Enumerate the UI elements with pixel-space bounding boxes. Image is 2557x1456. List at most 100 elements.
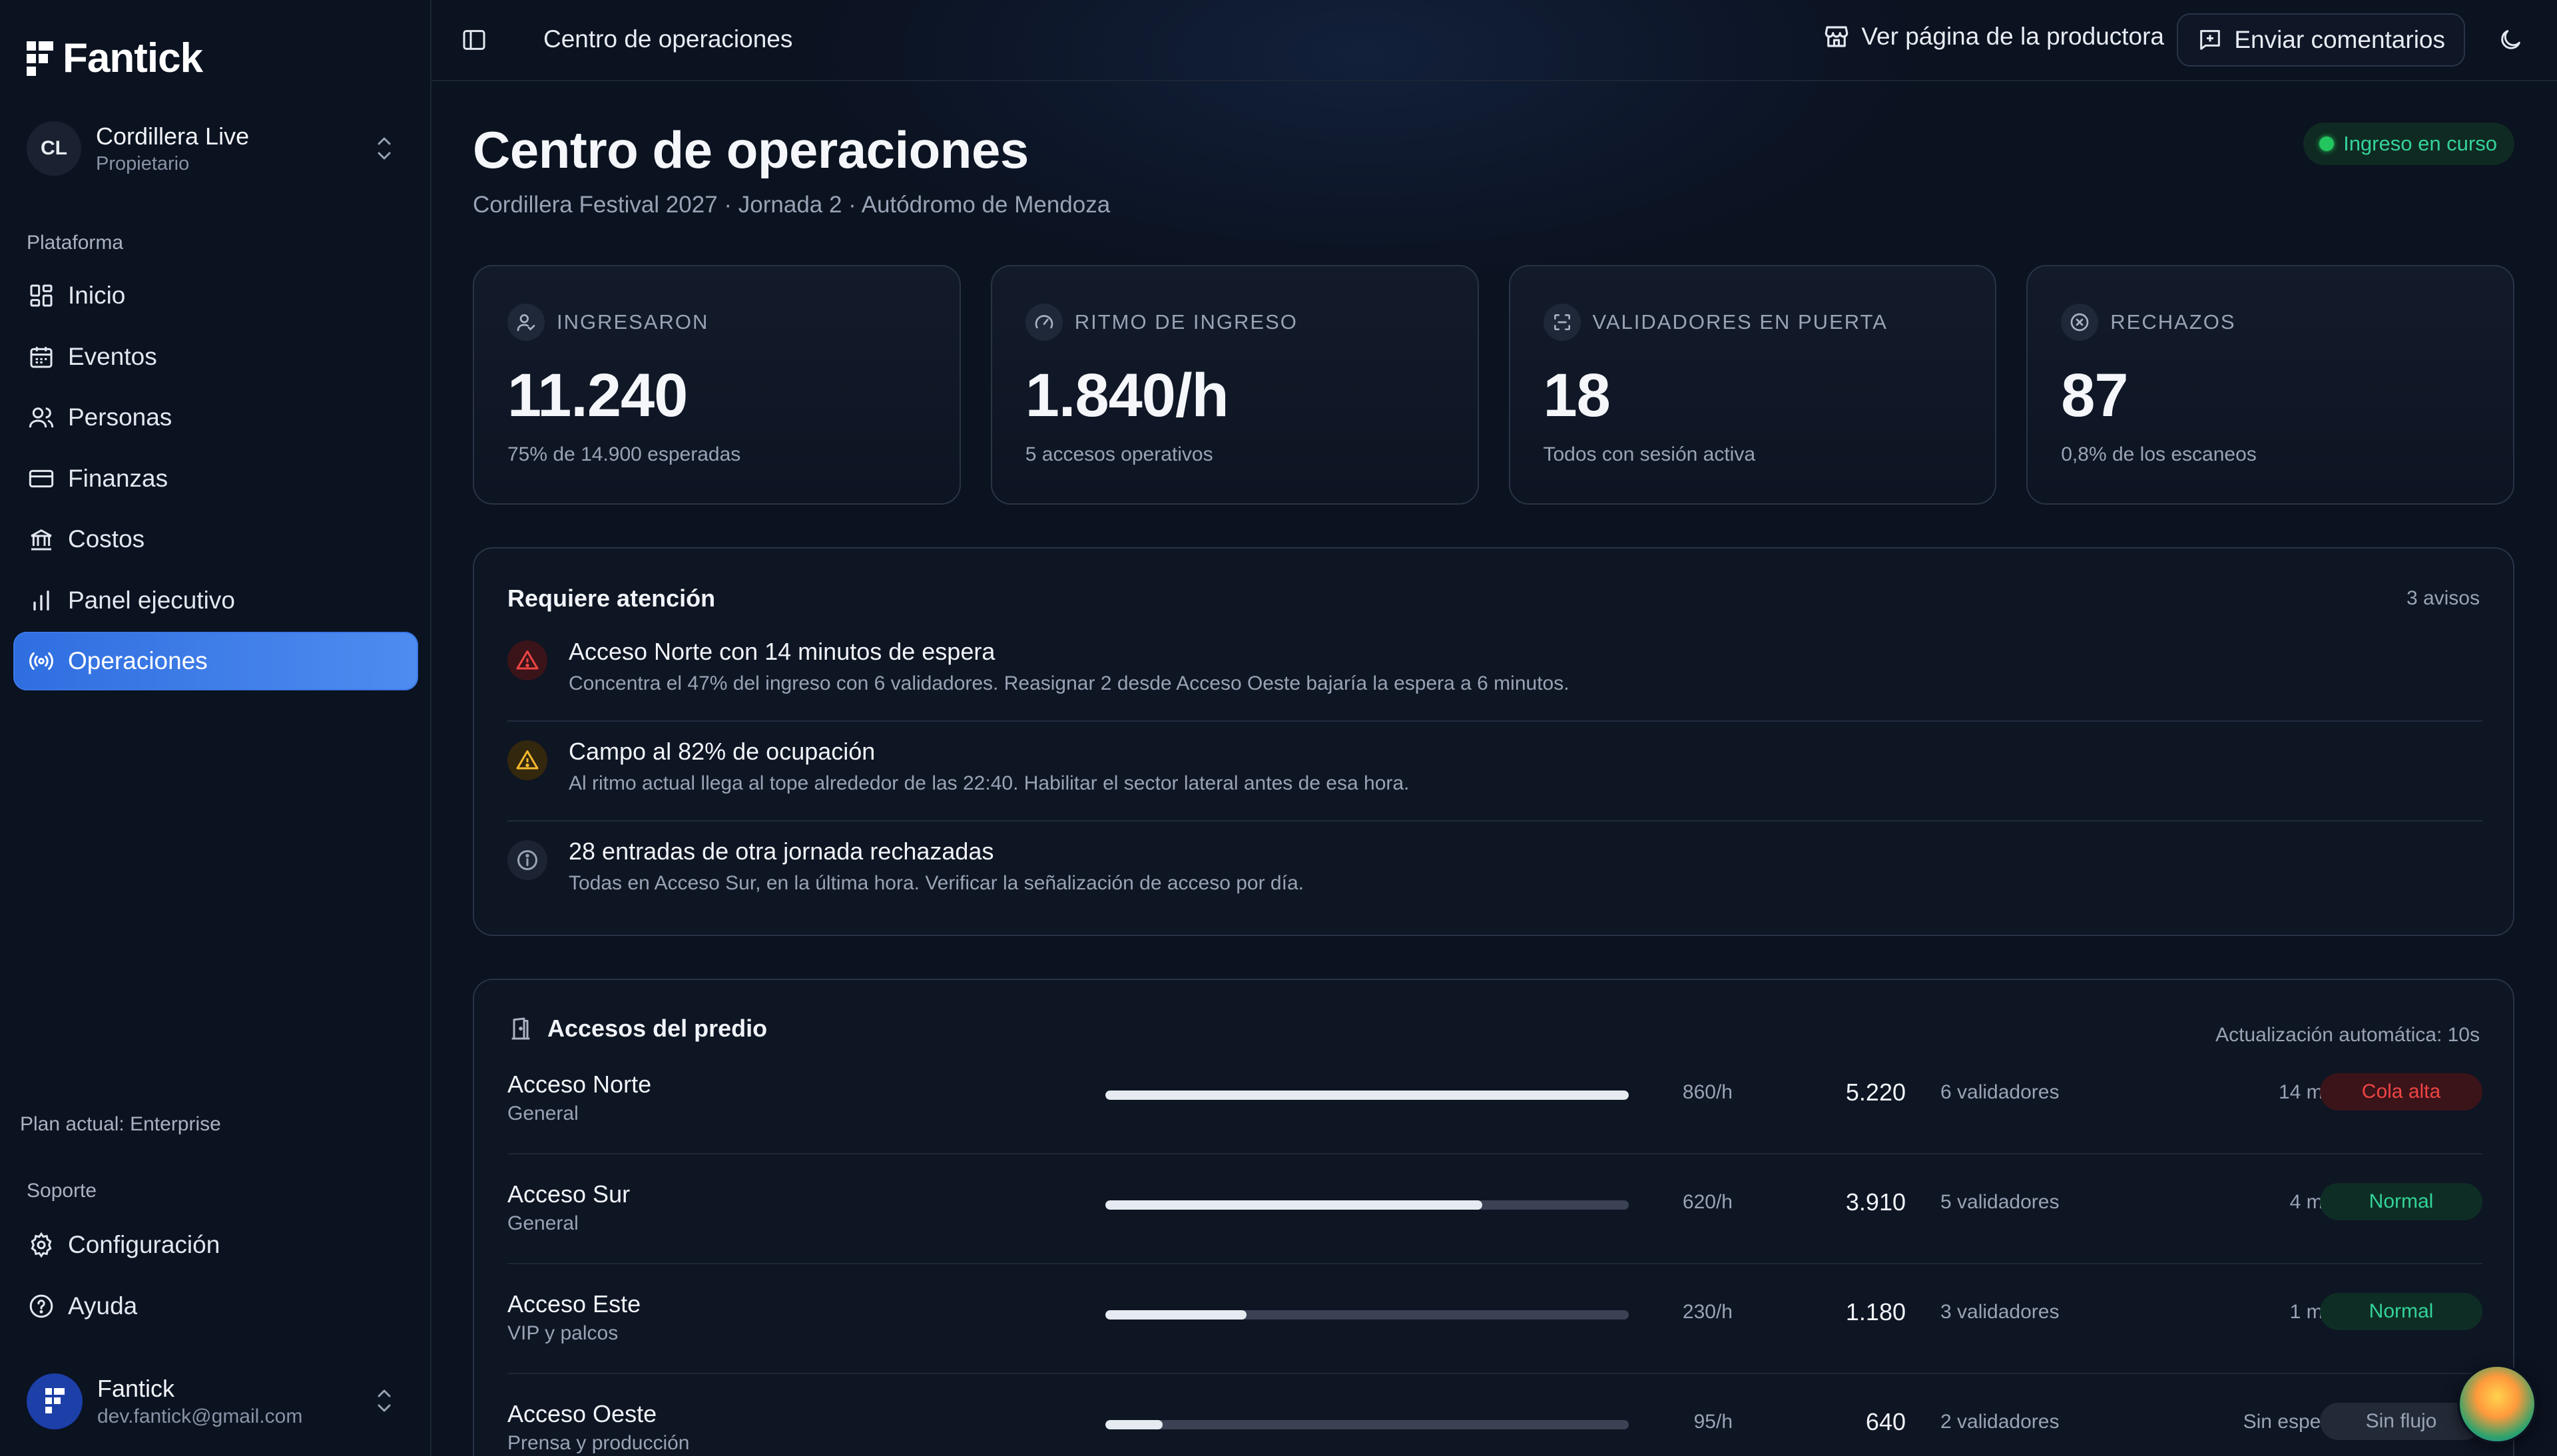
alert-title: Campo al 82% de ocupación bbox=[569, 738, 876, 765]
sidebar-item-label: Costos bbox=[68, 525, 145, 553]
radio-icon bbox=[29, 652, 53, 670]
status-badge: Normal bbox=[2320, 1293, 2482, 1330]
brand-logo[interactable]: Fantick bbox=[27, 35, 203, 82]
current-plan: Plan actual: Enterprise bbox=[20, 1113, 221, 1135]
sidebar-item-panel-ejecutivo[interactable]: Panel ejecutivo bbox=[13, 571, 418, 630]
door-icon bbox=[511, 1017, 530, 1040]
sidebar-item-configuracion[interactable]: Configuración bbox=[13, 1216, 418, 1274]
topbar-title: Centro de operaciones bbox=[543, 25, 793, 53]
scan-icon bbox=[1554, 314, 1570, 330]
access-zone: VIP y palcos bbox=[507, 1322, 619, 1344]
stat-label: INGRESARON bbox=[557, 310, 709, 334]
access-name: Acceso Sur bbox=[507, 1180, 631, 1208]
access-total: 3.910 bbox=[1845, 1188, 1906, 1216]
moon-icon[interactable] bbox=[2497, 27, 2524, 53]
divider bbox=[507, 1263, 2482, 1264]
table-row[interactable]: Acceso Oeste Prensa y producción 95/h 640 2 … bbox=[507, 1389, 2482, 1456]
sidebar-nav: Inicio Eventos Personas Finanzas Costos … bbox=[13, 266, 418, 693]
stat-note: Todos con sesión activa bbox=[1543, 443, 1756, 465]
org-avatar: CL bbox=[27, 121, 81, 176]
sidebar-item-personas[interactable]: Personas bbox=[13, 388, 418, 447]
credit-card-icon bbox=[29, 469, 54, 487]
view-producer-page-label: Ver página de la productora bbox=[1861, 23, 2164, 50]
access-zone: General bbox=[507, 1212, 579, 1234]
org-switcher[interactable]: CL Cordillera Live Propietario bbox=[27, 119, 406, 178]
assistant-avatar[interactable] bbox=[2457, 1364, 2537, 1444]
load-progress-fill bbox=[1105, 1200, 1482, 1210]
status-badge: Normal bbox=[2320, 1183, 2482, 1220]
stats-row: INGRESARON 11.240 75% de 14.900 esperada… bbox=[473, 265, 2514, 505]
user-menu[interactable]: Fantick dev.fantick@gmail.com bbox=[27, 1368, 406, 1435]
dashboard-icon bbox=[30, 284, 53, 307]
bar-chart-icon bbox=[33, 590, 49, 610]
load-progress-bar bbox=[1105, 1420, 1629, 1429]
access-zone: General bbox=[507, 1102, 579, 1124]
sidebar-item-label: Configuración bbox=[68, 1231, 220, 1258]
stat-note: 0,8% de los escaneos bbox=[2061, 443, 2257, 465]
stat-card-rechazos: RECHAZOS 87 0,8% de los escaneos bbox=[2026, 265, 2514, 505]
alert-triangle-icon bbox=[507, 640, 547, 680]
access-validators: 3 validadores bbox=[1940, 1301, 2060, 1323]
stat-card-ritmo: RITMO DE INGRESO 1.840/h 5 accesos opera… bbox=[990, 265, 1479, 505]
sidebar: Fantick CL Cordillera Live Propietario P… bbox=[0, 0, 431, 1456]
section-label-platform: Plataforma bbox=[27, 232, 124, 254]
calendar-icon bbox=[30, 346, 53, 367]
sidebar-item-label: Ayuda bbox=[68, 1292, 138, 1320]
help-icon bbox=[29, 1294, 53, 1318]
send-feedback-label: Enviar comentarios bbox=[2234, 26, 2445, 53]
stat-value: 18 bbox=[1543, 362, 1611, 429]
avatar bbox=[27, 1373, 83, 1429]
org-role: Propietario bbox=[96, 152, 190, 174]
logo-mark-icon bbox=[27, 41, 53, 76]
access-wait: 4 min bbox=[2289, 1191, 2339, 1213]
send-feedback-button[interactable]: Enviar comentarios bbox=[2177, 13, 2465, 67]
stat-label: RECHAZOS bbox=[2110, 310, 2236, 334]
sidebar-item-eventos[interactable]: Eventos bbox=[13, 328, 418, 386]
alert-title: Acceso Norte con 14 minutos de espera bbox=[569, 638, 995, 665]
divider bbox=[507, 820, 2482, 822]
access-title: Accesos del predio bbox=[547, 1015, 768, 1042]
attention-count: 3 avisos bbox=[2406, 587, 2480, 609]
warning-triangle-icon bbox=[507, 740, 547, 780]
message-plus-icon bbox=[2200, 30, 2221, 50]
access-wait: 1 min bbox=[2289, 1301, 2339, 1323]
auto-update-label: Actualización automática: 10s bbox=[2215, 1024, 2480, 1046]
sidebar-item-label: Eventos bbox=[68, 342, 157, 370]
status-badge: Ingreso en curso bbox=[2303, 122, 2514, 165]
support-nav: Configuración Ayuda bbox=[13, 1216, 418, 1337]
sidebar-item-costos[interactable]: Costos bbox=[13, 510, 418, 569]
stat-value: 1.840/h bbox=[1025, 362, 1229, 429]
view-producer-page-link[interactable]: Ver página de la productora bbox=[1823, 23, 2164, 51]
sidebar-item-ayuda[interactable]: Ayuda bbox=[13, 1277, 418, 1335]
divider bbox=[507, 1153, 2482, 1154]
load-progress-bar bbox=[1105, 1310, 1629, 1320]
sidebar-item-operaciones[interactable]: Operaciones bbox=[13, 632, 418, 690]
access-validators: 5 validadores bbox=[1940, 1191, 2060, 1213]
access-wait: Sin espera bbox=[2243, 1411, 2339, 1433]
access-name: Acceso Norte bbox=[507, 1071, 652, 1098]
alert-item[interactable]: 28 entradas de otra jornada rechazadas T… bbox=[507, 835, 2482, 935]
gear-icon bbox=[31, 1232, 52, 1258]
sidebar-item-label: Panel ejecutivo bbox=[68, 586, 235, 614]
brand-name: Fantick bbox=[63, 35, 203, 81]
sidebar-toggle-icon[interactable] bbox=[461, 27, 487, 53]
x-circle-icon bbox=[2070, 313, 2089, 332]
user-name: Fantick bbox=[97, 1375, 175, 1402]
alert-title: 28 entradas de otra jornada rechazadas bbox=[569, 838, 994, 865]
stat-note: 5 accesos operativos bbox=[1025, 443, 1213, 465]
access-zone: Prensa y producción bbox=[507, 1432, 690, 1454]
sidebar-item-finanzas[interactable]: Finanzas bbox=[13, 449, 418, 508]
attention-title: Requiere atención bbox=[507, 585, 716, 612]
section-label-support: Soporte bbox=[27, 1180, 97, 1202]
info-icon bbox=[507, 840, 547, 880]
user-email: dev.fantick@gmail.com bbox=[97, 1405, 303, 1427]
stat-note: 75% de 14.900 esperadas bbox=[507, 443, 741, 465]
load-progress-bar bbox=[1105, 1091, 1629, 1100]
stat-label: VALIDADORES EN PUERTA bbox=[1592, 310, 1888, 334]
sidebar-item-inicio[interactable]: Inicio bbox=[13, 266, 418, 325]
fantick-logo-icon bbox=[45, 1388, 65, 1413]
alert-description: Al ritmo actual llega al tope alrededor … bbox=[569, 772, 1410, 794]
access-validators: 6 validadores bbox=[1940, 1081, 2060, 1103]
attention-panel: Requiere atención 3 avisos Acceso Norte … bbox=[473, 547, 2514, 936]
access-panel: Accesos del predio Actualización automát… bbox=[473, 979, 2514, 1456]
